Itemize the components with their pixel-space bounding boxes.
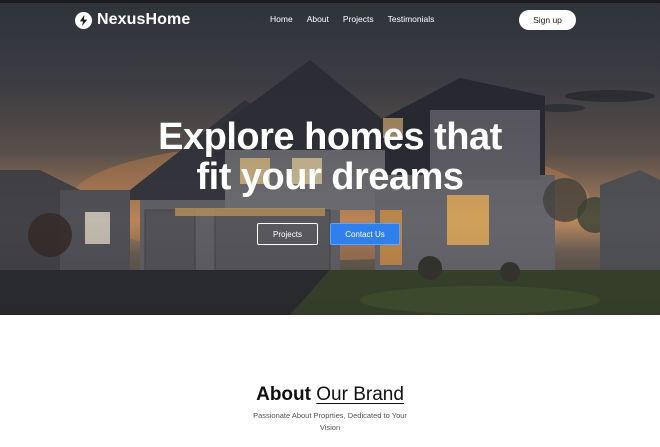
about-subtitle: Passionate About Proprties, Dedicated to… — [253, 411, 407, 432]
brand-logo[interactable]: NexusHome — [75, 10, 190, 30]
nav-links: Home About Projects Testimonials — [270, 14, 434, 24]
about-heading: About Our Brand — [0, 384, 660, 406]
about-heading-bold: About — [256, 384, 311, 405]
hero-title: Explore homes that fit your dreams — [0, 117, 660, 197]
nav-link-testimonials[interactable]: Testimonials — [388, 14, 435, 24]
hero-title-line-1: Explore homes that — [158, 116, 502, 158]
about-heading-light: Our Brand — [316, 384, 404, 405]
top-navbar: NexusHome Home About Projects Testimonia… — [0, 0, 660, 40]
lightning-bolt-icon — [75, 11, 92, 29]
contact-us-button[interactable]: Contact Us — [330, 223, 400, 245]
hero-title-line-2: fit your dreams — [196, 156, 464, 198]
projects-button[interactable]: Projects — [257, 223, 318, 245]
nav-link-home[interactable]: Home — [270, 14, 293, 24]
nav-link-projects[interactable]: Projects — [343, 14, 374, 24]
nav-link-about[interactable]: About — [307, 14, 329, 24]
signup-button[interactable]: Sign up — [519, 10, 576, 30]
brand-name: NexusHome — [97, 11, 191, 28]
